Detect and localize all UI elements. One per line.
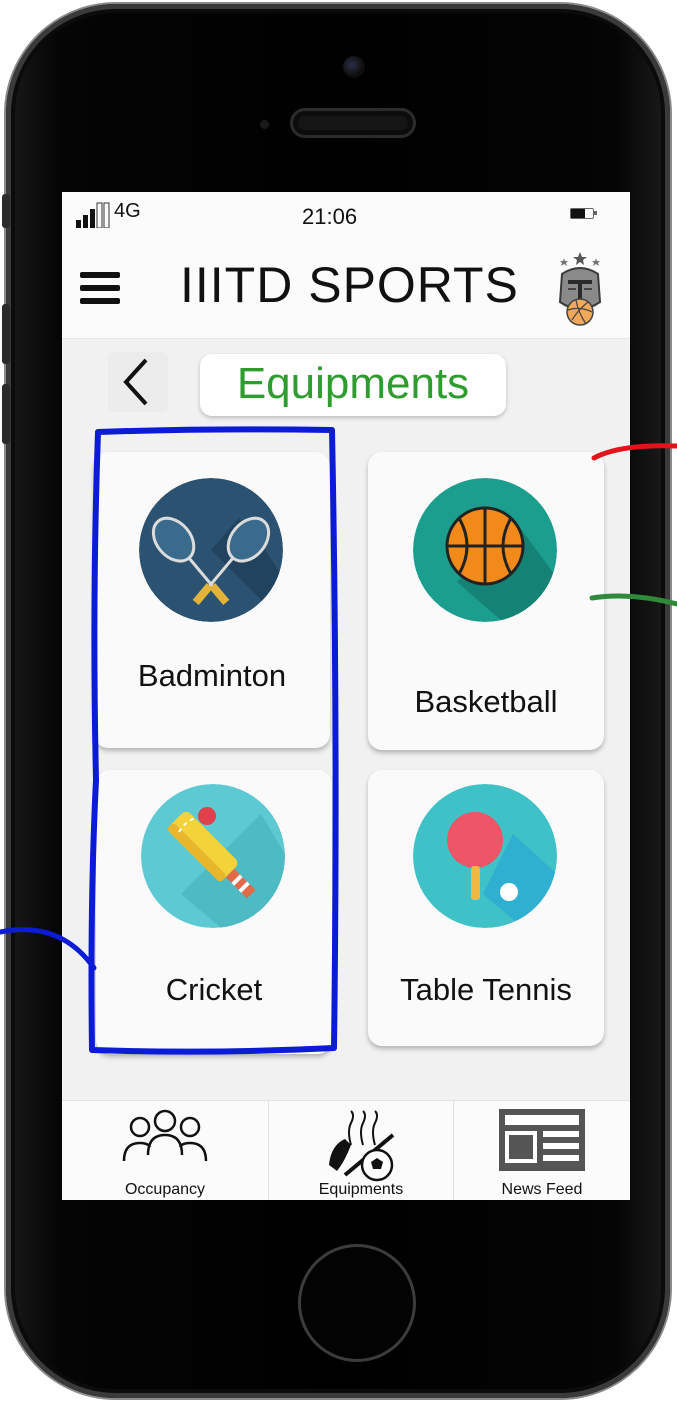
app-screen: 4G 21:06 IIITD SPORTS Equipments Badmint…: [62, 192, 630, 1200]
sport-card-cricket[interactable]: Cricket: [96, 770, 332, 1054]
people-group-icon: [122, 1109, 208, 1162]
signal-strength-icon: [76, 202, 110, 228]
sports-equipment-icon: [329, 1110, 395, 1182]
sport-label-cricket: Cricket: [165, 972, 263, 1007]
back-arrow-icon[interactable]: [108, 352, 168, 412]
section-title: Equipments: [200, 354, 506, 416]
bottom-navigation: Occupancy Equipments News Feed: [62, 1100, 630, 1200]
cricket-bat-ball-icon: [141, 784, 285, 928]
volume-up-button: [2, 304, 10, 364]
nav-occupancy[interactable]: Occupancy: [62, 1101, 268, 1200]
hamburger-menu-icon[interactable]: [80, 272, 122, 306]
status-time: 21:06: [302, 204, 358, 229]
knight-helmet-logo-icon: [558, 252, 602, 326]
nav-label-equipments: Equipments: [318, 1181, 404, 1198]
app-title: IIITD SPORTS: [180, 257, 519, 313]
sport-card-badminton[interactable]: Badminton: [94, 452, 330, 748]
mute-switch: [2, 194, 10, 228]
home-button[interactable]: [298, 1244, 416, 1362]
battery-icon: [570, 208, 594, 219]
sport-card-table-tennis[interactable]: Table Tennis: [368, 770, 604, 1046]
badminton-rackets-icon: [139, 478, 283, 622]
nav-equipments[interactable]: Equipments: [269, 1101, 453, 1200]
app-header: IIITD SPORTS: [62, 236, 630, 339]
sport-label-table-tennis: Table Tennis: [400, 972, 572, 1007]
sport-label-basketball: Basketball: [414, 684, 558, 719]
proximity-sensor: [260, 120, 269, 129]
nav-label-occupancy: Occupancy: [124, 1181, 206, 1198]
sport-label-badminton: Badminton: [137, 658, 287, 693]
network-type: 4G: [114, 200, 141, 222]
status-bar: 4G 21:06: [62, 192, 630, 236]
volume-down-button: [2, 384, 10, 444]
table-tennis-paddle-icon: [413, 784, 557, 928]
newspaper-icon: [499, 1109, 585, 1171]
basketball-icon: [413, 478, 557, 622]
battery-tip: [594, 211, 597, 215]
nav-label-news-feed: News Feed: [501, 1181, 583, 1198]
nav-news-feed[interactable]: News Feed: [454, 1101, 630, 1200]
earpiece-speaker: [290, 108, 416, 138]
front-camera: [343, 56, 365, 78]
sport-card-basketball[interactable]: Basketball: [368, 452, 604, 750]
